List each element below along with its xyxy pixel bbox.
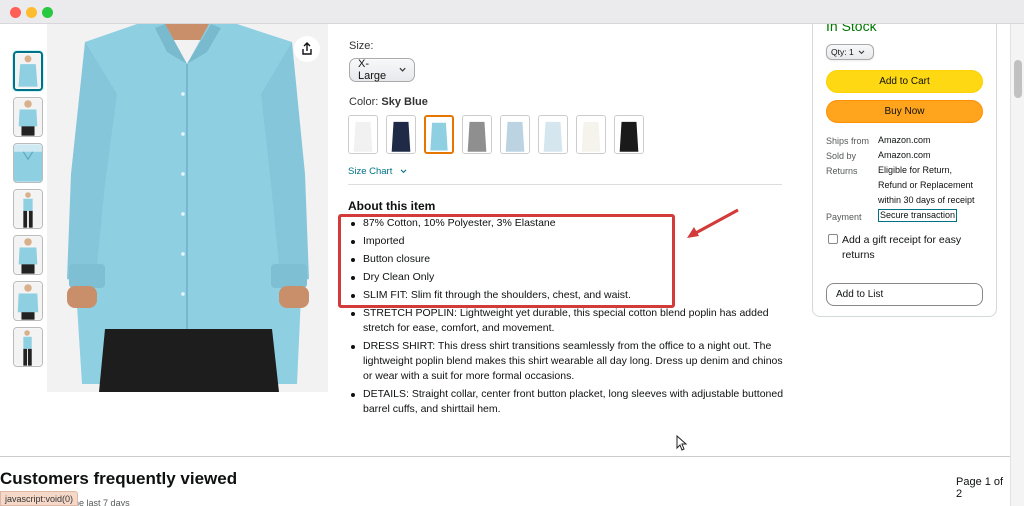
scrollbar-thumb[interactable] xyxy=(1014,60,1022,98)
add-to-list-button[interactable]: Add to List xyxy=(826,283,983,306)
returns-label: Returns xyxy=(826,166,858,176)
product-thumbnail[interactable] xyxy=(13,327,43,367)
sold-by-label: Sold by xyxy=(826,151,857,161)
ships-from-value: Amazon.com xyxy=(878,135,931,145)
buy-now-button[interactable]: Buy Now xyxy=(826,100,983,123)
product-thumbnail[interactable] xyxy=(13,281,43,321)
returns-link[interactable]: Eligible for Return, xyxy=(878,163,952,178)
gift-receipt-label: Add a gift receipt for easy returns xyxy=(842,234,962,261)
about-title: About this item xyxy=(348,199,436,213)
size-chart-link[interactable]: Size Chart xyxy=(348,166,407,177)
sold-by-value: Amazon.com xyxy=(878,150,931,160)
window-titlebar xyxy=(0,0,1024,24)
annotation-arrow-icon xyxy=(687,208,739,238)
color-swatch-grey[interactable] xyxy=(462,115,492,154)
annotation-highlight-box xyxy=(338,214,675,308)
color-swatch-white[interactable] xyxy=(348,115,378,154)
chevron-down-icon xyxy=(858,49,865,54)
color-label-row: Color: Sky Blue xyxy=(349,96,428,108)
carousel-page-indicator: Page 1 of 2 xyxy=(956,476,1004,500)
share-button[interactable] xyxy=(294,36,320,62)
product-page: Size: X-Large Color: Sky Blue Size Chart… xyxy=(0,24,1010,506)
secure-transaction-link[interactable]: Secure transaction xyxy=(878,209,958,222)
size-chart-link-label: Size Chart xyxy=(348,166,393,177)
size-label: Size: xyxy=(349,40,374,52)
chevron-down-icon xyxy=(400,169,407,174)
product-thumbnail[interactable] xyxy=(13,143,43,183)
size-select[interactable]: X-Large xyxy=(349,58,415,82)
returns-link[interactable]: within 30 days of receipt xyxy=(878,193,975,208)
color-value: Sky Blue xyxy=(381,96,428,108)
color-swatch-off-white[interactable] xyxy=(576,115,606,154)
maximize-window-button[interactable] xyxy=(42,7,53,18)
list-item: DRESS SHIRT: This dress shirt transition… xyxy=(348,339,784,384)
product-thumbnail[interactable] xyxy=(13,51,43,91)
section-divider xyxy=(348,184,782,185)
product-thumbnail[interactable] xyxy=(13,189,43,229)
section-divider xyxy=(0,456,1010,457)
color-swatch-black[interactable] xyxy=(614,115,644,154)
color-label: Color: xyxy=(349,96,379,108)
returns-link[interactable]: Refund or Replacement xyxy=(878,178,973,193)
list-item: STRETCH POPLIN: Lightweight yet durable,… xyxy=(348,306,784,336)
share-icon xyxy=(302,42,312,55)
add-to-cart-button[interactable]: Add to Cart xyxy=(826,70,983,93)
stock-status: In Stock xyxy=(826,24,877,34)
ships-from-label: Ships from xyxy=(826,136,870,146)
color-swatch-light-blue[interactable] xyxy=(500,115,530,154)
product-thumbnail[interactable] xyxy=(13,97,43,137)
payment-label: Payment xyxy=(826,212,862,222)
browser-window: Size: X-Large Color: Sky Blue Size Chart… xyxy=(0,0,1024,506)
minimize-window-button[interactable] xyxy=(26,7,37,18)
quantity-select[interactable]: Qty: 1 xyxy=(826,44,874,60)
page-scrollbar[interactable] xyxy=(1010,24,1024,506)
color-swatch-navy[interactable] xyxy=(386,115,416,154)
product-thumbnail[interactable] xyxy=(13,235,43,275)
product-main-image[interactable] xyxy=(47,24,328,392)
chevron-down-icon xyxy=(399,67,406,72)
close-window-button[interactable] xyxy=(10,7,21,18)
status-bar-url: javascript:void(0) xyxy=(0,491,79,506)
color-swatch-pale-blue[interactable] xyxy=(538,115,568,154)
size-select-value: X-Large xyxy=(358,58,387,82)
color-swatch-sky-blue[interactable] xyxy=(424,115,454,154)
list-item: DETAILS: Straight collar, center front b… xyxy=(348,387,784,417)
quantity-value: Qty: 1 xyxy=(831,47,854,57)
customers-viewed-title: Customers frequently viewed xyxy=(0,469,238,488)
mouse-cursor-icon xyxy=(676,435,688,451)
